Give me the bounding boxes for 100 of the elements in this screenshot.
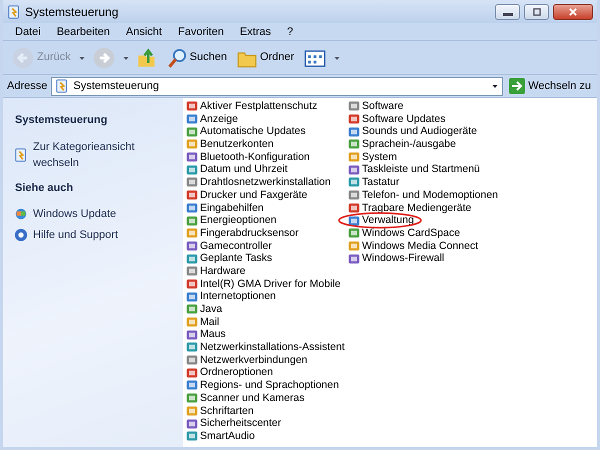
applet-icon [186,265,198,278]
menu-item[interactable]: Datei [7,23,49,40]
applet-item[interactable]: Netzwerkverbindungen [186,354,308,366]
applet-item[interactable]: Software Updates [348,112,446,126]
applet-icon [186,303,198,316]
maximize-button[interactable] [524,4,549,20]
applet-item[interactable]: Windows-Firewall [348,252,444,265]
sidebar-link[interactable]: Hilfe und Support [11,224,118,245]
close-button[interactable] [553,4,593,20]
applet-item[interactable]: Tastatur [348,176,400,189]
applet-icon [348,227,360,240]
applet-icon [348,113,360,126]
applet-icon [348,126,360,138]
applet-item[interactable]: Schriftarten [186,404,254,418]
search-button[interactable]: Suchen [164,46,230,70]
applet-icon [186,214,198,227]
minimize-button[interactable] [495,4,520,20]
applet-icon [186,404,198,417]
applet-item[interactable]: Software [348,100,404,113]
menu-item[interactable]: Extras [232,23,280,40]
applet-icon [186,176,198,188]
applet-item[interactable]: Java [186,303,222,316]
applet-item[interactable]: Maus [186,328,226,342]
section-heading: Systemsteuerung [15,113,108,128]
applet-item[interactable]: Energieoptionen [186,214,276,227]
applet-icon [186,418,198,430]
applet-item[interactable]: Drahtlosnetzwerkinstallation [186,176,331,189]
applet-icon [186,392,198,404]
go-arrow-icon [509,78,526,94]
applet-icon [348,240,360,252]
applet-icon [186,164,198,176]
maximize-icon [532,6,542,16]
folders-button[interactable]: Ordner [234,46,298,70]
applet-item[interactable]: Taskleiste und Startmenü [348,163,480,176]
menu-item[interactable]: Favoriten [170,23,232,40]
applet-icon [186,366,198,379]
applet-icon [186,316,198,328]
applet-icon [348,252,360,265]
control-panel-icon [7,4,21,18]
applet-item[interactable]: Sicherheitscenter [186,417,282,430]
applet-item[interactable]: Fingerabdrucksensor [186,226,299,240]
applet-item[interactable]: Eingabehilfen [186,202,264,214]
section-heading: Siehe auch [15,180,74,196]
applet-item[interactable]: Gamecontroller [186,240,272,252]
applet-item[interactable]: Telefon- und Modemoptionen [348,188,498,202]
applet-item[interactable]: Tragbare Mediengeräte [348,202,472,214]
applet-item[interactable]: Netzwerkinstallations-Assistent [186,341,345,354]
address-label: Adresse [7,78,48,94]
applet-icon [348,176,360,188]
dropdown-arrow-icon [491,82,500,90]
applet-icon [186,430,198,442]
menu-item[interactable]: ? [279,23,302,40]
close-icon [568,6,578,16]
minimize-icon [502,13,512,16]
applet-item[interactable]: Automatische Updates [186,125,306,138]
applet-item[interactable]: Datum und Uhrzeit [186,163,288,176]
control-panel-icon [55,79,70,93]
applet-item[interactable]: Windows Media Connect [348,240,478,252]
sidebar-link[interactable]: Windows Update [11,204,116,224]
applet-icon [186,189,198,202]
applet-item[interactable]: Sounds und Audiogeräte [348,125,478,138]
applet-item[interactable]: Geplante Tasks [186,252,272,265]
applet-item[interactable]: Windows CardSpace [348,226,460,240]
applet-icon [186,240,198,252]
applet-item[interactable]: Benutzerkonten [186,138,274,151]
applet-item[interactable]: Anzeige [186,112,238,126]
menu-item[interactable]: Bearbeiten [48,23,118,40]
applet-item[interactable]: Ordneroptionen [186,366,273,380]
applet-icon [186,113,198,126]
applet-icon [186,126,198,138]
menu-item[interactable]: Ansicht [118,23,170,40]
applet-item[interactable]: Drucker und Faxgeräte [186,188,308,202]
applet-item[interactable]: Bluetooth-Konfiguration [186,150,310,164]
applet-icon [186,227,198,240]
applet-item[interactable]: Aktiver Festplattenschutz [186,100,318,113]
applet-icon [186,354,198,366]
applet-item[interactable]: Mail [186,316,220,328]
applet-item[interactable]: Sprachein-/ausgabe [348,138,456,151]
go-button[interactable]: Wechseln zu [507,78,593,94]
applet-item[interactable]: System [348,150,398,164]
applet-icon [348,164,360,176]
applet-item[interactable]: Intel(R) GMA Driver for Mobile [186,278,341,290]
applet-item[interactable]: Regions- und Sprachoptionen [186,379,339,392]
applet-item[interactable]: Scanner und Kameras [186,392,304,404]
applet-icon [348,138,360,150]
applet-icon [186,151,198,164]
sidebar-link[interactable]: Zur Kategorieansicht wechseln [11,136,183,174]
search-icon [166,48,187,68]
applet-icon [348,202,360,214]
applet-item[interactable]: Internetoptionen [186,290,276,303]
applet-item[interactable]: Verwaltung [338,212,422,229]
applet-icon [186,290,198,303]
applet-icon [186,252,198,265]
applet-icon [348,151,360,164]
applet-icon [186,379,198,392]
folder-up-icon [136,48,157,68]
applet-item[interactable]: SmartAudio [186,430,255,443]
address-field[interactable]: Systemsteuerung [51,76,504,96]
applet-item[interactable]: Hardware [186,264,246,278]
applet-icon [186,341,198,354]
